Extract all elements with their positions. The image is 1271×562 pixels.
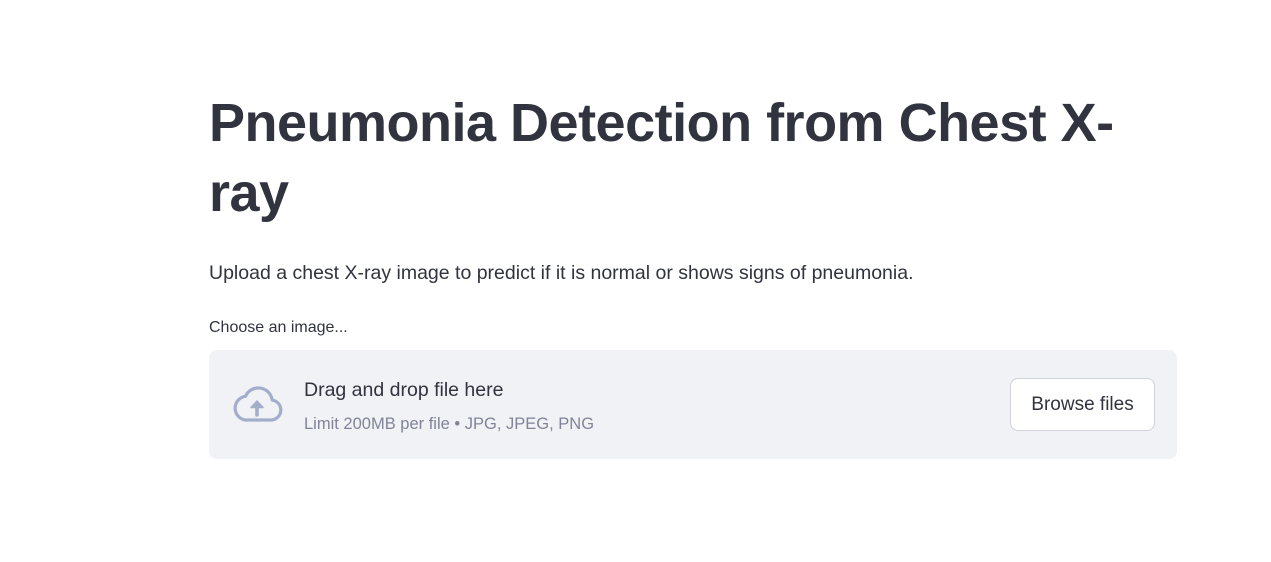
file-uploader-label: Choose an image... [209, 319, 348, 336]
page-title: Pneumonia Detection from Chest X-ray [209, 93, 1114, 223]
dropzone-file-limit: Limit 200MB per file • JPG, JPEG, PNG [304, 415, 595, 433]
cloud-upload-icon-svg [233, 386, 283, 422]
cloud-upload-icon [231, 384, 283, 424]
page-description: Upload a chest X-ray image to predict if… [209, 262, 914, 284]
dropzone-title: Drag and drop file here [304, 379, 504, 401]
dropzone-instructions: Drag and drop file here Limit 200MB per … [304, 377, 594, 435]
browse-files-button[interactable]: Browse files [1010, 378, 1155, 431]
file-dropzone[interactable]: Drag and drop file here Limit 200MB per … [209, 350, 1177, 459]
